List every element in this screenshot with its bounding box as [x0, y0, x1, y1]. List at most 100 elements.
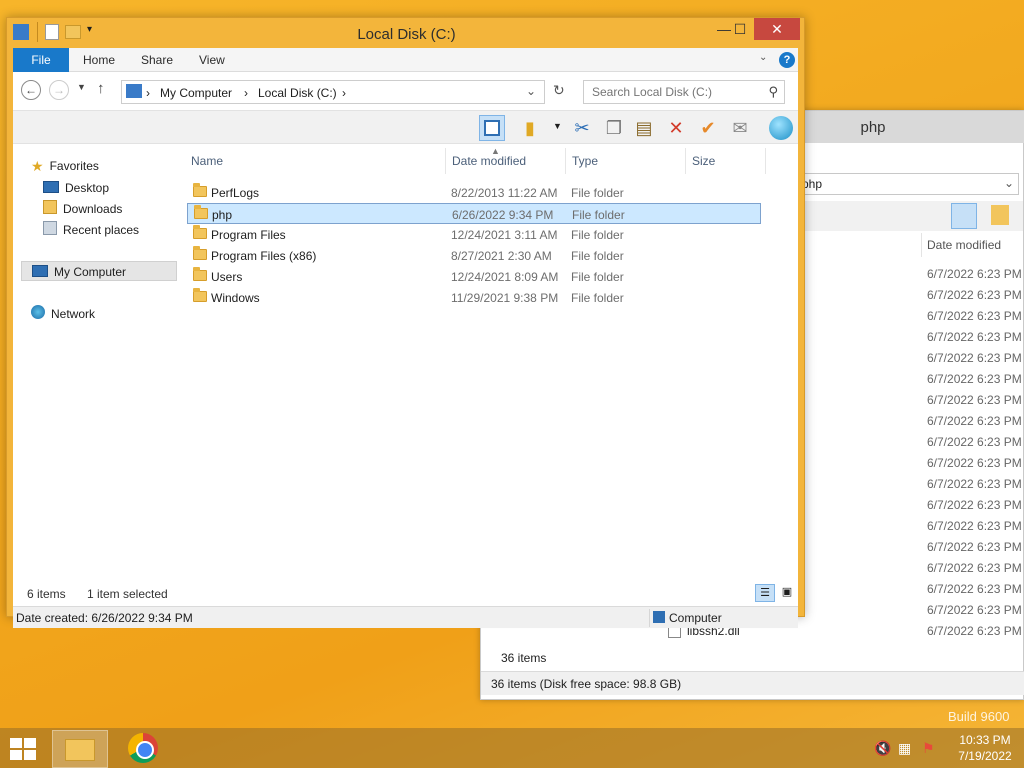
taskbar: 🔇 ▦ ⚑ 10:33 PM 7/19/2022 — [0, 728, 1024, 768]
column-divider — [445, 148, 446, 174]
navigation-row: ← → ▼ ↑ › My Computer › Local Disk (C:) … — [13, 76, 798, 106]
help-button[interactable]: ? — [779, 52, 795, 68]
chevron-down-icon[interactable]: ⌄ — [1004, 176, 1014, 190]
folder-icon — [65, 739, 95, 761]
column-type[interactable]: Type — [572, 154, 598, 168]
tab-file[interactable]: File — [13, 48, 69, 72]
globe-icon[interactable] — [769, 116, 793, 140]
nav-network-label: Network — [51, 307, 96, 321]
table-row[interactable]: Users 12/24/2021 8:09 AM File folder — [187, 266, 761, 287]
star-icon: ★ — [31, 158, 44, 174]
table-row[interactable]: PerfLogs 8/22/2013 11:22 AM File folder — [187, 182, 761, 203]
chevron-right-icon[interactable]: › — [146, 86, 150, 100]
nav-downloads[interactable]: Downloads — [43, 199, 122, 219]
maximize-button[interactable]: ☐ — [725, 18, 755, 40]
nav-recent-places[interactable]: Recent places — [43, 220, 139, 240]
status-location: Computer — [669, 611, 722, 625]
preview-pane-icon[interactable] — [479, 115, 505, 141]
cut-icon[interactable]: ✂ — [569, 115, 595, 141]
background-column-date[interactable]: Date modified — [927, 238, 1001, 252]
rename-checkmark-icon[interactable]: ✔ — [695, 115, 721, 141]
nav-computer-label: My Computer — [54, 265, 127, 279]
start-button[interactable] — [10, 738, 38, 762]
network-icon — [31, 305, 45, 319]
nav-downloads-label: Downloads — [63, 202, 123, 216]
file-name: Windows — [211, 291, 260, 305]
build-watermark: Build 9600 — [948, 709, 1010, 724]
action-center-icon[interactable]: ⚑ — [922, 740, 935, 757]
taskbar-clock[interactable]: 10:33 PM 7/19/2022 — [950, 732, 1020, 764]
status-date-created: Date created: 6/26/2022 9:34 PM — [16, 611, 193, 625]
file-name: Users — [211, 270, 243, 284]
address-dropdown-icon[interactable]: ⌄ — [526, 84, 536, 98]
chevron-down-icon[interactable]: ▼ — [553, 121, 562, 131]
nav-my-computer[interactable]: My Computer — [21, 261, 177, 281]
address-bar[interactable]: › My Computer › Local Disk (C:) › ⌄ — [121, 80, 545, 104]
network-status-icon[interactable]: ▦ — [898, 740, 911, 757]
up-arrow-icon[interactable]: ↑ — [97, 80, 105, 97]
status-divider — [649, 609, 650, 627]
large-icons-view-icon[interactable]: ▣ — [777, 584, 797, 602]
column-divider — [765, 148, 766, 174]
column-size[interactable]: Size — [692, 154, 715, 168]
item-selected-count: 1 item selected — [87, 587, 168, 601]
explorer-window[interactable]: ▾ Local Disk (C:) — ☐ ✕ File Home Share … — [6, 17, 805, 628]
search-box[interactable]: ⚲ — [583, 80, 785, 104]
close-button[interactable]: ✕ — [754, 18, 800, 40]
tab-share[interactable]: Share — [141, 48, 173, 72]
search-icon[interactable]: ⚲ — [768, 84, 778, 100]
file-name: php — [212, 208, 233, 222]
file-type: File folder — [571, 228, 624, 242]
chevron-right-icon[interactable]: › — [342, 86, 346, 100]
table-row[interactable]: Program Files (x86) 8/27/2021 2:30 AM Fi… — [187, 245, 761, 266]
copy-icon[interactable]: ❐ — [601, 115, 627, 141]
table-row[interactable]: Program Files 12/24/2021 3:11 AM File fo… — [187, 224, 761, 245]
taskbar-file-explorer[interactable] — [52, 730, 108, 768]
refresh-icon[interactable]: ↻ — [553, 82, 565, 99]
delete-icon[interactable]: ✕ — [663, 115, 689, 141]
nav-desktop[interactable]: Desktop — [43, 178, 109, 198]
back-button[interactable]: ← — [21, 80, 41, 100]
nav-network[interactable]: Network — [31, 304, 95, 324]
forward-button[interactable]: → — [49, 80, 69, 100]
windows-logo-icon — [24, 738, 36, 748]
expand-ribbon-icon[interactable]: ⌄ — [759, 52, 767, 63]
tab-view[interactable]: View — [199, 48, 225, 72]
nav-favorites[interactable]: ★ Favorites — [31, 156, 99, 176]
column-divider — [685, 148, 686, 174]
list-item-date: 6/7/2022 6:23 PM — [927, 519, 1022, 533]
file-type: File folder — [571, 291, 624, 305]
background-breadcrumb[interactable]: php — [802, 177, 822, 191]
list-item-date: 6/7/2022 6:23 PM — [927, 561, 1022, 575]
folder-options-icon[interactable]: ▮ — [517, 115, 543, 141]
folder-icon — [193, 225, 207, 239]
chrome-icon[interactable] — [128, 733, 158, 763]
item-count: 6 items — [27, 587, 66, 601]
computer-icon — [32, 265, 48, 277]
volume-muted-icon[interactable]: 🔇 — [874, 740, 891, 757]
recent-locations-icon[interactable]: ▼ — [77, 82, 86, 92]
column-name[interactable]: Name — [191, 154, 223, 168]
preview-pane-icon[interactable] — [951, 203, 977, 229]
folder-check-icon[interactable] — [991, 205, 1009, 225]
paste-icon[interactable]: ▤ — [631, 115, 657, 141]
chevron-right-icon[interactable]: › — [244, 86, 248, 100]
search-input[interactable] — [592, 82, 768, 102]
background-status-text: 36 items (Disk free space: 98.8 GB) — [491, 677, 682, 691]
details-view-icon[interactable]: ☰ — [755, 584, 775, 602]
file-name: Program Files (x86) — [211, 249, 317, 263]
background-address-bar[interactable]: ) › php ⌄ — [781, 173, 1019, 195]
folder-icon — [194, 205, 208, 219]
list-item-date: 6/7/2022 6:23 PM — [927, 309, 1022, 323]
table-row[interactable]: Windows 11/29/2021 9:38 PM File folder — [187, 287, 761, 308]
breadcrumb-my-computer[interactable]: My Computer — [160, 86, 232, 100]
mail-icon[interactable]: ✉ — [727, 115, 753, 141]
breadcrumb-local-disk[interactable]: Local Disk (C:) — [258, 86, 337, 100]
folder-icon — [193, 288, 207, 302]
background-status-bar: 36 items (Disk free space: 98.8 GB) — [481, 671, 1024, 695]
column-date-modified[interactable]: Date modified — [452, 154, 526, 168]
file-type: File folder — [571, 270, 624, 284]
background-item-count: 36 items — [501, 651, 547, 665]
table-row-selected[interactable]: php 6/26/2022 9:34 PM File folder — [187, 203, 761, 224]
tab-home[interactable]: Home — [83, 48, 115, 72]
